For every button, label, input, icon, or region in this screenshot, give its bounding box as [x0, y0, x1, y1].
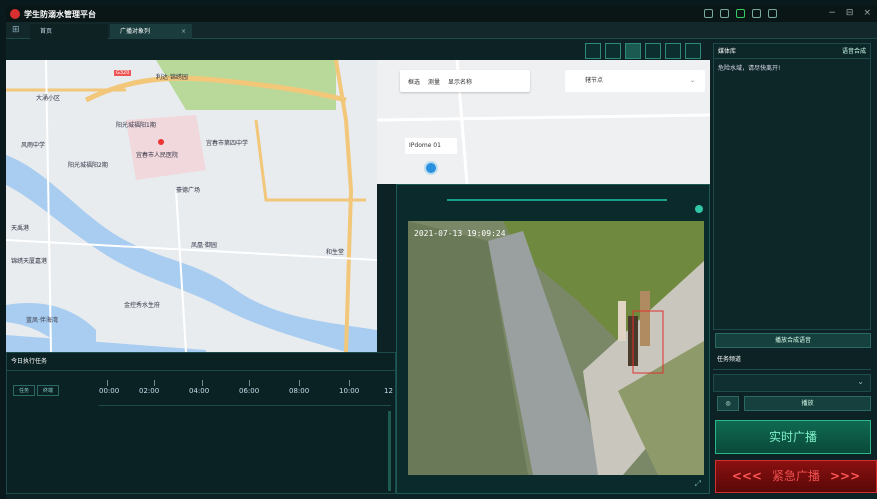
- timeline-tick: 12: [384, 387, 393, 395]
- app-logo-icon: [10, 9, 20, 19]
- title-toolbar: [704, 9, 777, 18]
- map-label: 锦绣天厦嘉港: [11, 258, 48, 265]
- tick-mark: [299, 380, 300, 386]
- frame-select-button[interactable]: 框选: [408, 77, 420, 86]
- tab-broadcast-label: 广播对象列: [120, 28, 151, 35]
- video-panel: 2021-07-13 19:09:24 ⤢: [396, 184, 710, 494]
- broadcast-icon[interactable]: [625, 43, 641, 59]
- refresh-icon[interactable]: [645, 43, 661, 59]
- tab-bar: ⊞ 首页 广播对象列 ×: [6, 22, 877, 39]
- headset-button[interactable]: ◎: [717, 396, 739, 411]
- video-panel-header: [447, 187, 667, 201]
- timeline-track: [99, 405, 391, 406]
- app-title: 学生防溺水管理平台: [24, 9, 96, 19]
- tick-mark: [349, 380, 350, 386]
- tick-mark: [154, 380, 155, 386]
- timeline-tick: 00:00: [99, 387, 120, 395]
- timeline-tick: 08:00: [289, 387, 310, 395]
- camera-marker-icon[interactable]: [424, 161, 438, 175]
- tab-home[interactable]: 首页: [30, 24, 108, 39]
- today-tasks-title: 今日执行任务: [7, 353, 395, 371]
- emergency-broadcast-label: 紧急广播: [771, 469, 820, 483]
- map-label: 金控秀水生府: [124, 302, 161, 309]
- arrows-right-icon: >>>: [830, 469, 861, 483]
- map-label: 大涌小区: [36, 95, 61, 102]
- map-label: 凤凰·御园: [191, 242, 217, 249]
- status-dot-icon: [695, 205, 703, 213]
- tick-mark: [202, 380, 203, 386]
- road-shield: G320: [114, 70, 132, 76]
- camera-video[interactable]: 2021-07-13 19:09:24: [408, 221, 704, 475]
- headset-icon: ◎: [725, 400, 731, 407]
- timeline-tick: 02:00: [139, 387, 160, 395]
- fullscreen-icon[interactable]: [685, 43, 701, 59]
- tab-tasks[interactable]: 任务: [13, 385, 35, 396]
- minimize-button[interactable]: −: [828, 8, 836, 18]
- monitor-icon[interactable]: [752, 9, 761, 18]
- video-timestamp: 2021-07-13 19:09:24: [414, 229, 506, 238]
- warning-icon[interactable]: [665, 43, 681, 59]
- media-library-panel: 媒体库 语音合成 危险水域，请尽快离开!: [713, 43, 871, 330]
- vertical-scrollbar[interactable]: [388, 411, 391, 491]
- show-name-button[interactable]: 显示名称: [448, 77, 472, 86]
- layer-icon[interactable]: [585, 43, 601, 59]
- title-bar: 学生防溺水管理平台 − ⊟ ×: [6, 6, 877, 22]
- task-tabs: 任务 终端: [13, 385, 59, 396]
- settings-icon[interactable]: [704, 9, 713, 18]
- tick-mark: [249, 380, 250, 386]
- close-button[interactable]: ×: [863, 8, 871, 18]
- map-label: 风雨中学: [21, 142, 46, 149]
- filter-icon[interactable]: [720, 9, 729, 18]
- map-label: 宜春市人民医院: [136, 152, 179, 159]
- map-label: 宜春市第四中学: [206, 140, 249, 147]
- play-button[interactable]: 播放: [744, 396, 871, 411]
- timeline-tick: 04:00: [189, 387, 210, 395]
- restore-button[interactable]: ⊟: [846, 8, 854, 18]
- flag-icon[interactable]: [768, 9, 777, 18]
- map-label: 利达·锦绣园: [156, 74, 188, 81]
- map-icon-toolbar: [585, 43, 701, 59]
- screen-icon[interactable]: [736, 9, 745, 18]
- tree-icon[interactable]: [605, 43, 621, 59]
- today-tasks-panel: 今日执行任务 任务 终端 00:00 02:00 04:00 06:00 08:…: [6, 352, 396, 494]
- chevron-down-icon: ⌄: [857, 377, 864, 386]
- measure-button[interactable]: 测量: [428, 77, 440, 86]
- media-library-title: 媒体库: [718, 48, 737, 55]
- node-select[interactable]: 辖节点 ⌄: [565, 70, 705, 92]
- map-label: 阳光城福阳1期: [116, 122, 156, 129]
- tab-close-icon[interactable]: ×: [181, 24, 186, 39]
- tts-message[interactable]: 危险水域，请尽快离开!: [714, 59, 870, 76]
- map-label: 阳光城福阳2期: [68, 162, 108, 169]
- map-label: 蓝凤·伴海湾: [26, 317, 58, 324]
- map-label: 天禹港: [11, 225, 30, 232]
- tab-broadcast[interactable]: 广播对象列 ×: [110, 24, 192, 39]
- camera-popup-label[interactable]: IPdome 01: [405, 138, 457, 154]
- timeline[interactable]: 00:00 02:00 04:00 06:00 08:00 10:00 12: [99, 377, 393, 405]
- tab-terminals[interactable]: 终端: [37, 385, 59, 396]
- tick-mark: [107, 380, 108, 386]
- tts-toggle[interactable]: 语音合成: [842, 44, 866, 59]
- timeline-tick: 06:00: [239, 387, 260, 395]
- tab-home-label: 首页: [40, 28, 53, 35]
- live-broadcast-button[interactable]: 实时广播: [715, 420, 871, 454]
- play-tts-button[interactable]: 播放合成语音: [715, 333, 871, 348]
- arrows-left-icon: <<<: [731, 469, 762, 483]
- emergency-broadcast-button[interactable]: <<< 紧急广播 >>>: [715, 460, 877, 493]
- task-freq-select[interactable]: ⌄: [713, 374, 871, 392]
- grid-menu-icon[interactable]: ⊞: [12, 25, 22, 35]
- map-label: 豪德广场: [176, 187, 201, 194]
- map-label: 和生堂: [326, 249, 345, 256]
- task-freq-header: 任务频道: [713, 350, 871, 370]
- timeline-tick: 10:00: [339, 387, 360, 395]
- expand-icon[interactable]: ⤢: [695, 479, 701, 489]
- map-toolbar: 框选 测量 显示名称: [400, 70, 530, 92]
- chevron-down-icon: ⌄: [689, 77, 695, 84]
- map-view[interactable]: 利达·锦绣园 大涌小区 阳光城福阳1期 阳光城福阳2期 宜春市人民医院 宜春市第…: [6, 60, 377, 352]
- node-select-value: 辖节点: [585, 77, 604, 84]
- media-library-header: 媒体库 语音合成: [714, 44, 870, 59]
- window-controls: − ⊟ ×: [828, 8, 871, 18]
